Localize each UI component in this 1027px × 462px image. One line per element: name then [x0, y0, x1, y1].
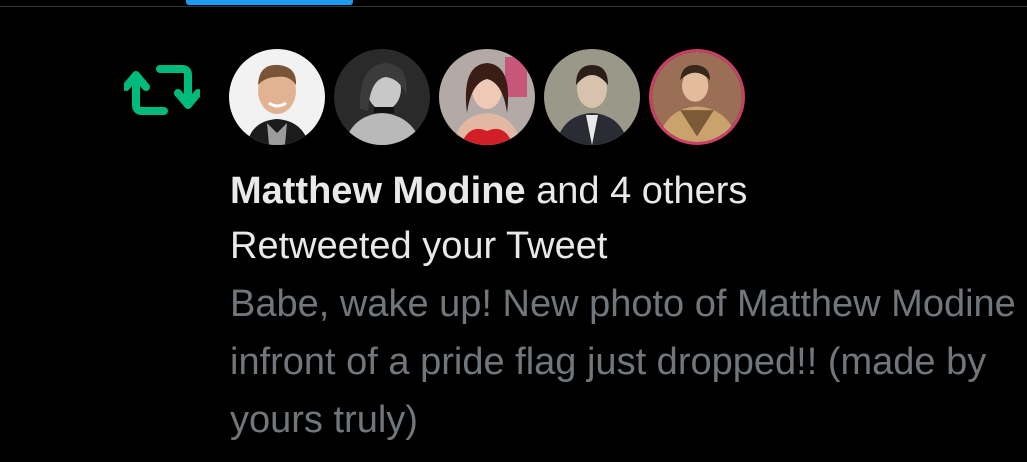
actor-name[interactable]: Matthew Modine — [230, 170, 526, 212]
avatar[interactable] — [334, 49, 430, 145]
retweet-icon — [122, 59, 202, 121]
notification-text: Matthew Modine and 4 others Retweeted yo… — [230, 165, 1020, 449]
active-tab-indicator — [186, 0, 353, 5]
avatar[interactable] — [229, 49, 325, 145]
headline: Matthew Modine and 4 others — [230, 165, 1020, 217]
action-text: Retweeted your Tweet — [230, 225, 608, 267]
avatar-group — [229, 49, 745, 147]
others-text: and 4 others — [525, 170, 748, 212]
retweet-notification[interactable]: Matthew Modine and 4 others Retweeted yo… — [0, 7, 1027, 462]
avatar[interactable] — [439, 49, 535, 145]
avatar[interactable] — [649, 49, 745, 145]
avatar[interactable] — [544, 49, 640, 145]
tweet-preview[interactable]: Babe, wake up! New photo of Matthew Modi… — [230, 275, 1020, 449]
